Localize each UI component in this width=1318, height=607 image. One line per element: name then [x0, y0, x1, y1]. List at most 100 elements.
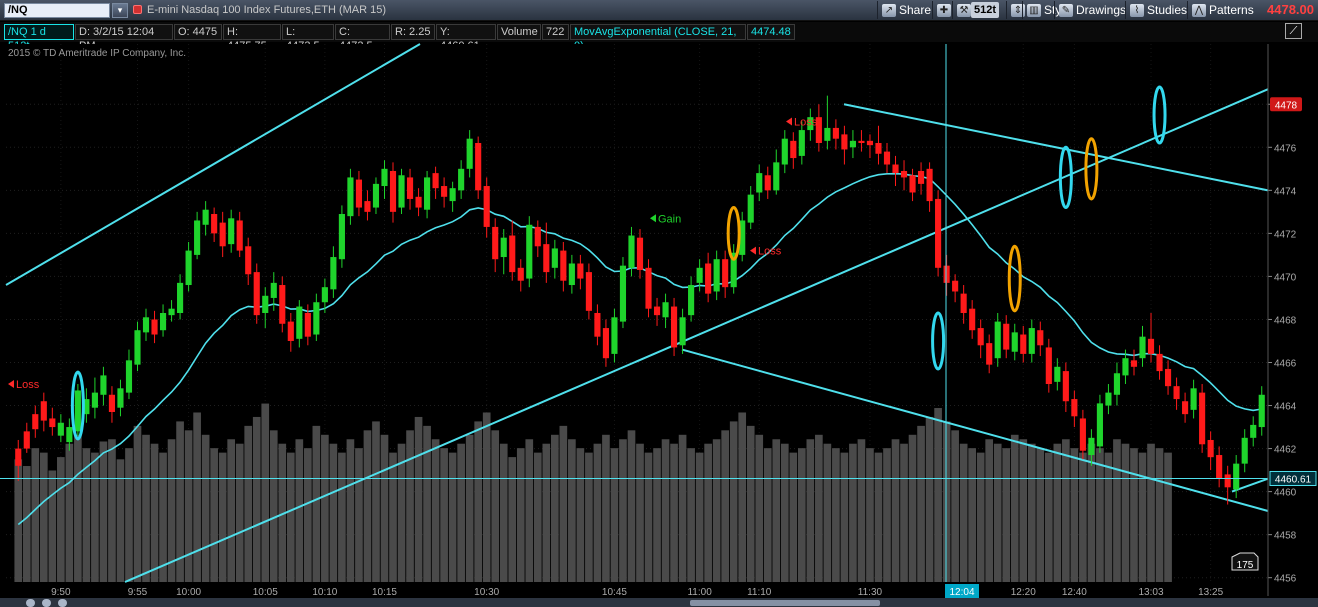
studies-icon: ⌇: [1130, 3, 1144, 17]
crosshair-time-tag: 12:04: [949, 587, 974, 598]
volume-bar: [278, 443, 287, 582]
volume-bar: [235, 443, 244, 582]
price-chart[interactable]: Loss Gain Loss Loss 4478 4476 4474 4472 4470 446…: [0, 0, 1318, 607]
patterns-label: Patterns: [1209, 3, 1254, 17]
volume-bar: [457, 443, 465, 582]
candle-body: [560, 250, 567, 281]
annotation-label: Loss: [16, 379, 40, 391]
volume-bar: [704, 443, 712, 582]
patterns-button[interactable]: ⋀ Patterns: [1187, 1, 1258, 19]
volume-bar: [1002, 448, 1011, 582]
volume-bar: [1130, 448, 1138, 582]
candle-body: [228, 218, 235, 245]
time-axis: 9:50 9:55 10:00 10:05 10:10 10:15 10:30 10:45 11…: [51, 584, 1224, 598]
annotations: Loss Gain Loss Loss: [0, 44, 1268, 582]
x-tick-label: 10:45: [602, 587, 627, 598]
candle-body: [313, 302, 320, 335]
trendline: [124, 88, 1269, 583]
volume-bar: [31, 448, 40, 582]
volume-bar: [951, 430, 959, 582]
zoom-out-button[interactable]: [26, 599, 35, 607]
y-tick-label: 4478: [1274, 100, 1297, 111]
volume-bar: [355, 448, 363, 582]
volume-bar: [363, 430, 372, 582]
candle-body: [245, 246, 252, 275]
volume-bar: [670, 443, 678, 582]
instrument-icon: [133, 5, 142, 14]
trendline: [5, 43, 421, 286]
drawings-button[interactable]: ✎ Drawings: [1054, 1, 1130, 19]
highlight-ellipse: [931, 311, 946, 371]
candle-body: [389, 170, 397, 212]
share-button[interactable]: ↗ Share: [877, 1, 935, 19]
close-readout: C: 4473.5: [335, 24, 390, 52]
candle-body: [653, 306, 661, 316]
candle-body: [253, 272, 260, 316]
candle-body: [832, 127, 839, 139]
x-tick-label: 9:55: [128, 587, 148, 598]
volume-bar: [934, 408, 942, 582]
share-label: Share: [899, 3, 932, 17]
scroll-thumb[interactable]: [690, 600, 880, 606]
candle-body: [1105, 392, 1112, 406]
volume-badge-bg: [1231, 552, 1259, 571]
volume-bar: [65, 443, 74, 582]
symbol-input[interactable]: /NQ: [4, 3, 110, 18]
reset-view-button[interactable]: [58, 599, 67, 607]
x-tick-label: 11:00: [687, 587, 712, 598]
volume-bar: [695, 452, 704, 582]
y-tick-label: 4464: [1274, 402, 1297, 413]
candle-body: [1062, 371, 1069, 402]
volume-bar: [721, 430, 730, 582]
volume-bar: [746, 425, 755, 582]
volume-bar: [780, 443, 789, 582]
volume-bar: [636, 443, 644, 582]
symbol-dropdown-button[interactable]: ▾: [112, 3, 128, 18]
x-tick-label: 10:00: [176, 587, 201, 598]
candle-body: [287, 321, 294, 341]
studies-button[interactable]: ⌇ Studies: [1125, 1, 1191, 19]
candle-body: [338, 214, 345, 260]
annotation-arrow: [786, 117, 792, 126]
candle-body: [1258, 394, 1265, 428]
volume-bar: [57, 457, 65, 582]
volume-bar: [559, 425, 568, 582]
candles: [15, 95, 1265, 505]
volume-bar: [184, 430, 193, 582]
volume-bar: [1138, 452, 1147, 582]
volume-bar: [857, 439, 866, 582]
candle-body: [134, 330, 141, 365]
candle-body: [917, 170, 925, 184]
volume-bar: [414, 416, 423, 582]
volume-bar: [1010, 434, 1019, 582]
study-label[interactable]: MovAvgExponential (CLOSE, 21, 0): [570, 24, 746, 52]
candle-body: [1130, 360, 1138, 367]
volume-bar: [1164, 452, 1172, 582]
price-axis: 4478 4476 4474 4472 4470 4468 4466 4464 4462 4460…: [1231, 44, 1317, 596]
x-tick-label: 13:03: [1139, 587, 1164, 598]
volume-bar: [891, 439, 900, 582]
annotation-arrow: [650, 214, 656, 223]
crosshair-price-tag-bg: [1269, 470, 1317, 486]
crosshair-time-tag-bg: [945, 584, 979, 598]
candle-body: [1182, 401, 1189, 415]
candle-body: [883, 151, 891, 165]
volume-bar: [329, 443, 338, 582]
aggregation-button[interactable]: 512t: [971, 2, 1000, 18]
candle-body: [1003, 323, 1010, 350]
volume-bar: [431, 439, 440, 582]
candle-body: [125, 360, 133, 393]
candle-body: [117, 388, 124, 408]
volume-bar: [1147, 443, 1155, 582]
volume-bar: [542, 443, 551, 582]
candle-body: [773, 162, 780, 191]
candle-body: [500, 237, 507, 258]
candle-body: [159, 313, 167, 331]
volume-bar: [210, 448, 218, 582]
chart-symbol-label[interactable]: /NQ 1 d 512t: [4, 24, 74, 52]
x-tick-label: 12:40: [1062, 587, 1087, 598]
draw-style-icon[interactable]: ⟋: [1285, 23, 1302, 39]
candle-body: [577, 263, 584, 279]
drawings-label: Drawings: [1076, 3, 1127, 17]
zoom-in-button[interactable]: [42, 599, 51, 607]
